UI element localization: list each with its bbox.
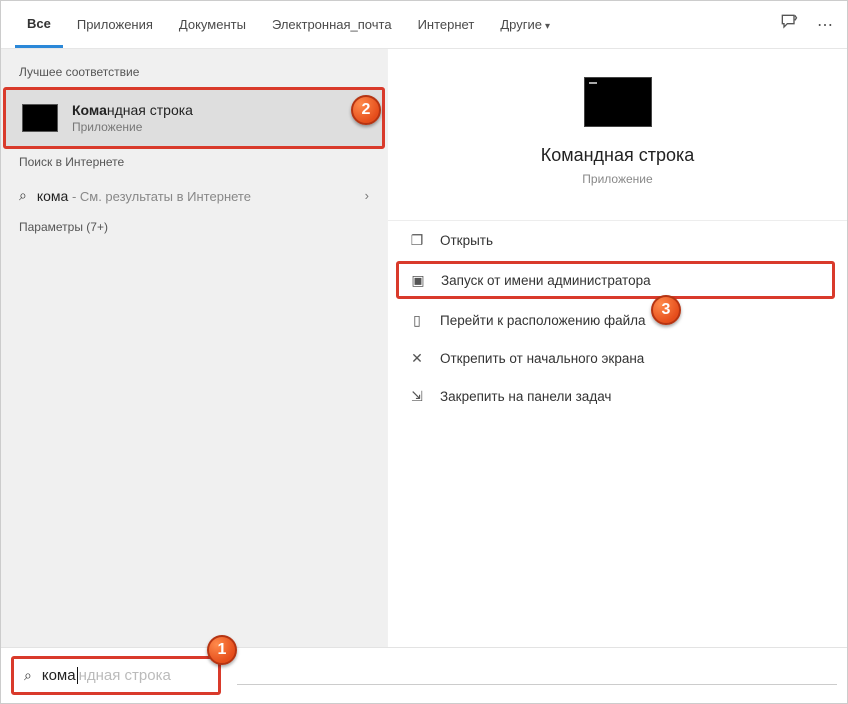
pin-icon: ⇲ bbox=[408, 387, 426, 405]
header-tabs: Все Приложения Документы Электронная_поч… bbox=[1, 1, 847, 49]
more-icon[interactable]: ⋯ bbox=[817, 15, 833, 35]
chevron-down-icon: ▾ bbox=[545, 21, 550, 32]
action-run-as-admin[interactable]: ▣ Запуск от имени администратора bbox=[396, 261, 835, 299]
tab-documents[interactable]: Документы bbox=[167, 3, 258, 46]
search-icon: ⌕ bbox=[19, 187, 27, 204]
preview-title: Командная строка bbox=[541, 145, 695, 166]
search-bar: ⌕ командная строка bbox=[1, 647, 847, 703]
best-match-subtitle: Приложение bbox=[72, 120, 193, 134]
action-open[interactable]: ❐ Открыть bbox=[388, 221, 847, 259]
section-settings: Параметры (7+) bbox=[1, 214, 387, 242]
open-icon: ❐ bbox=[408, 231, 426, 249]
result-web-search[interactable]: ⌕ кома - См. результаты в Интернете › bbox=[1, 177, 387, 214]
annotation-badge-1: 1 bbox=[207, 635, 237, 665]
tab-other[interactable]: Другие▾ bbox=[488, 3, 562, 46]
tab-internet[interactable]: Интернет bbox=[406, 3, 487, 46]
admin-icon: ▣ bbox=[409, 271, 427, 289]
action-unpin-start[interactable]: ✕ Открепить от начального экрана bbox=[388, 339, 847, 377]
unpin-icon: ✕ bbox=[408, 349, 426, 367]
action-open-file-location[interactable]: ▯ Перейти к расположению файла bbox=[388, 301, 847, 339]
text-cursor bbox=[77, 667, 78, 684]
search-separator bbox=[237, 684, 837, 685]
best-match-title: Командная строка bbox=[72, 102, 193, 118]
section-best-match: Лучшее соответствие bbox=[1, 59, 387, 87]
tab-apps[interactable]: Приложения bbox=[65, 3, 165, 46]
search-input[interactable]: ⌕ командная строка bbox=[11, 656, 221, 695]
preview-app-icon bbox=[584, 77, 652, 127]
preview-panel: Командная строка Приложение ❐ Открыть ▣ … bbox=[387, 49, 847, 647]
folder-icon: ▯ bbox=[408, 311, 426, 329]
search-icon: ⌕ bbox=[24, 667, 32, 684]
annotation-badge-3: 3 bbox=[651, 295, 681, 325]
section-web-search: Поиск в Интернете bbox=[1, 149, 387, 177]
tab-email[interactable]: Электронная_почта bbox=[260, 3, 404, 46]
result-best-match[interactable]: Командная строка Приложение bbox=[3, 87, 385, 149]
tab-all[interactable]: Все bbox=[15, 2, 63, 48]
chevron-right-icon: › bbox=[365, 188, 369, 203]
search-suggestion-text: ндная строка bbox=[79, 667, 171, 684]
annotation-badge-2: 2 bbox=[351, 95, 381, 125]
results-panel: Лучшее соответствие Командная строка При… bbox=[1, 49, 387, 647]
action-pin-taskbar[interactable]: ⇲ Закрепить на панели задач bbox=[388, 377, 847, 415]
search-typed-text: кома bbox=[42, 667, 76, 684]
cmd-thumbnail-icon bbox=[22, 104, 58, 132]
preview-subtitle: Приложение bbox=[582, 172, 652, 186]
feedback-icon[interactable] bbox=[779, 12, 799, 37]
